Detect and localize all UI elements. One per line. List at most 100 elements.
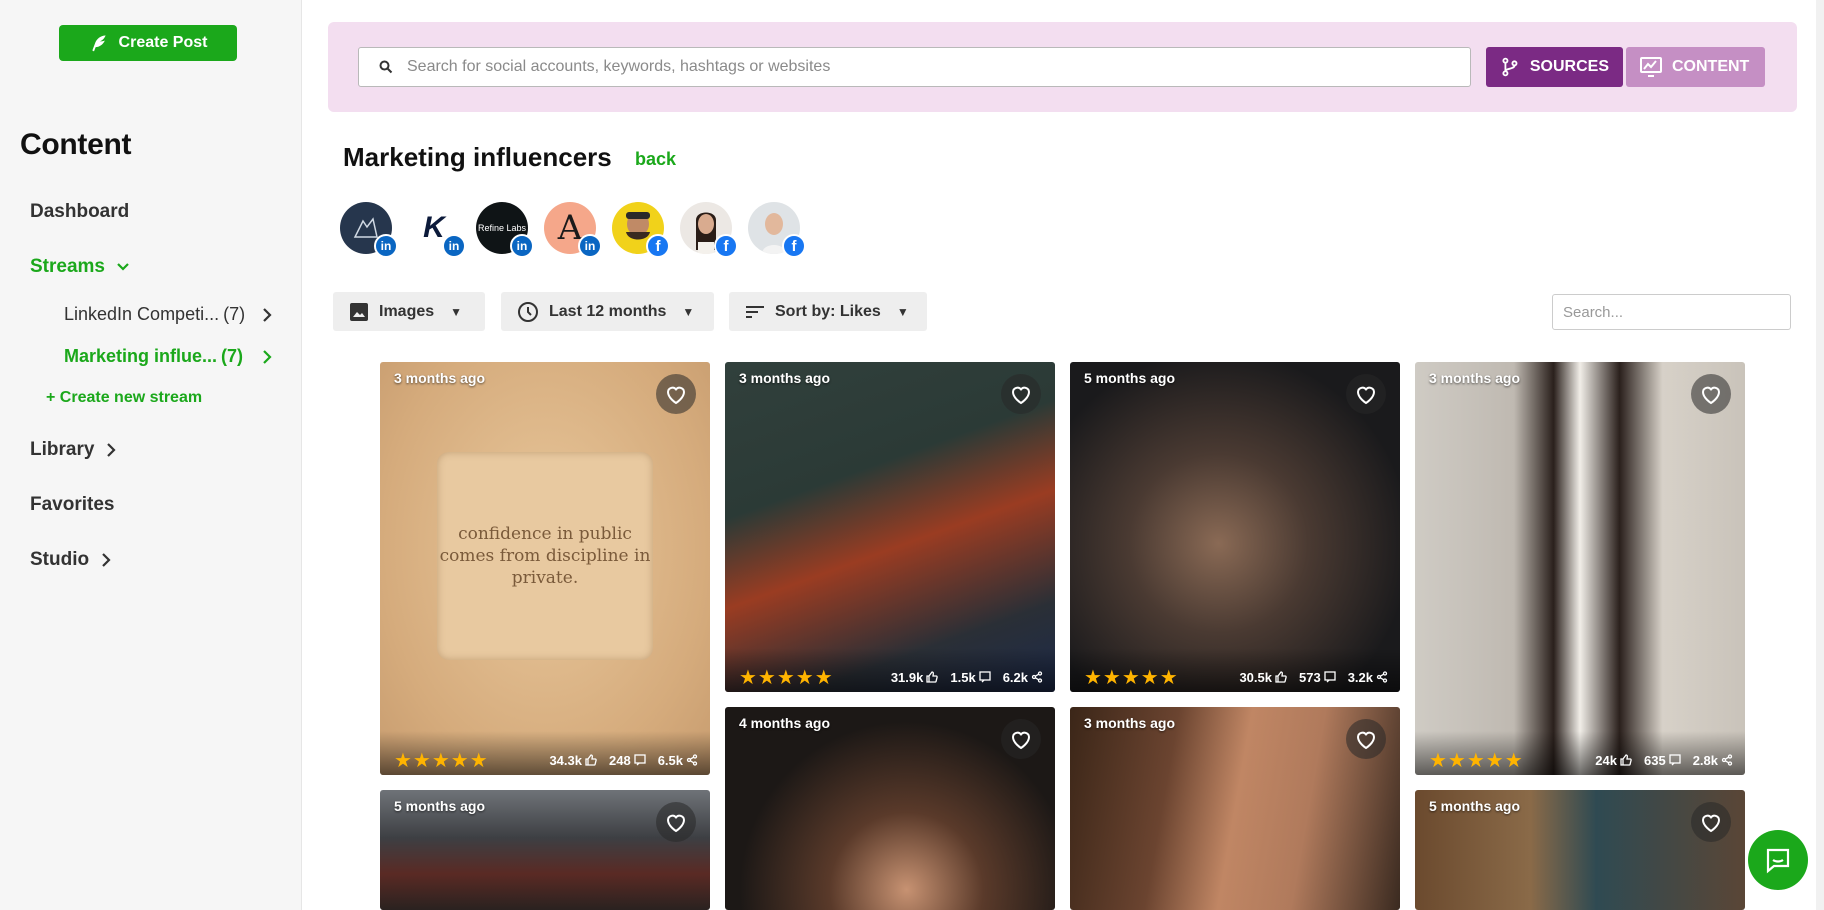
content-search-input[interactable]	[1552, 294, 1791, 330]
stream-count: (7)	[221, 346, 244, 366]
create-stream-link[interactable]: + Create new stream	[46, 389, 202, 407]
likes-stat: 24k	[1595, 753, 1632, 768]
favorite-heart-icon[interactable]	[1346, 719, 1386, 759]
post-age: 3 months ago	[394, 370, 486, 386]
thumbs-up-icon	[1620, 754, 1632, 766]
thumbs-up-icon	[1275, 671, 1287, 683]
rating-stars: ★★★★★	[1429, 749, 1524, 772]
linkedin-icon: in	[510, 234, 534, 258]
post-image	[1070, 362, 1400, 692]
content-button[interactable]: CONTENT	[1626, 47, 1765, 87]
sidebar: Create Post Content Dashboard Streams Li…	[0, 0, 302, 910]
post-stats: 24k 635 2.8k	[1595, 753, 1733, 768]
stream-label: Marketing influe...	[64, 346, 218, 366]
post-stats: 34.3k 248 6.5k	[549, 753, 698, 768]
card-footer: ★★★★★ 31.9k 1.5k 6.2k	[725, 648, 1055, 692]
share-icon	[1031, 671, 1043, 683]
time-range-dropdown[interactable]: Last 12 months ▼	[501, 292, 714, 331]
favorite-heart-icon[interactable]	[656, 374, 696, 414]
quote-image-text: confidence in public comes from discipli…	[437, 452, 653, 660]
content-card[interactable]: 3 months ago	[1070, 707, 1400, 910]
favorite-heart-icon[interactable]	[656, 802, 696, 842]
source-search-input[interactable]	[407, 58, 1407, 76]
stream-item-marketing[interactable]: Marketing influe... (7)	[64, 346, 272, 367]
time-range-label: Last 12 months	[549, 302, 667, 320]
linkedin-icon: in	[578, 234, 602, 258]
sort-dropdown[interactable]: Sort by: Likes ▼	[729, 292, 927, 331]
sidebar-item-streams[interactable]: Streams	[30, 256, 131, 278]
card-footer: ★★★★★ 30.5k 573 3.2k	[1070, 648, 1400, 692]
scrollbar[interactable]	[1816, 0, 1824, 910]
shares-stat: 6.5k	[658, 753, 698, 768]
chevron-down-icon	[117, 263, 129, 271]
sidebar-item-label: Streams	[30, 256, 105, 277]
stream-label: LinkedIn Competi...	[64, 304, 220, 324]
content-card[interactable]: 5 months ago	[380, 790, 710, 910]
chevron-right-icon	[263, 307, 272, 322]
create-post-button[interactable]: Create Post	[59, 25, 237, 61]
sidebar-item-favorites[interactable]: Favorites	[30, 494, 114, 516]
caret-down-icon: ▼	[450, 304, 463, 319]
card-footer: ★★★★★ 34.3k 248 6.5k	[380, 731, 710, 775]
stream-item-linkedin[interactable]: LinkedIn Competi... (7)	[64, 304, 272, 325]
caret-down-icon: ▼	[682, 304, 695, 319]
avatar[interactable]: f	[748, 202, 806, 258]
content-card[interactable]: 3 months ago ★★★★★ 31.9k 1.5k 6.2k	[725, 362, 1055, 692]
sidebar-item-label: Dashboard	[30, 201, 130, 222]
post-age: 5 months ago	[394, 798, 486, 814]
sidebar-item-studio[interactable]: Studio	[30, 549, 113, 571]
sort-icon	[746, 305, 764, 318]
comments-stat: 1.5k	[950, 670, 991, 685]
sidebar-item-dashboard[interactable]: Dashboard	[30, 201, 129, 223]
avatar[interactable]: f	[612, 202, 670, 258]
caret-down-icon: ▼	[896, 304, 909, 319]
shares-stat: 2.8k	[1693, 753, 1733, 768]
content-card[interactable]: 5 months ago ★★★★★ 30.5k 573 3.2k	[1070, 362, 1400, 692]
avatar[interactable]: f	[680, 202, 738, 258]
linkedin-icon: in	[442, 234, 466, 258]
sources-label: SOURCES	[1529, 58, 1609, 75]
sources-button[interactable]: SOURCES	[1486, 47, 1623, 87]
share-icon	[1721, 754, 1733, 766]
rating-stars: ★★★★★	[739, 666, 834, 689]
content-card[interactable]: 4 months ago	[725, 707, 1055, 910]
chat-icon	[1766, 848, 1790, 874]
feather-icon	[91, 35, 106, 52]
comments-stat: 635	[1644, 753, 1681, 768]
comment-icon	[1669, 754, 1681, 766]
search-icon	[379, 60, 393, 74]
favorite-heart-icon[interactable]	[1001, 374, 1041, 414]
rating-stars: ★★★★★	[394, 749, 489, 772]
source-search[interactable]	[358, 47, 1471, 87]
card-footer: ★★★★★ 24k 635 2.8k	[1415, 731, 1745, 775]
sort-label: Sort by: Likes	[775, 302, 881, 320]
sidebar-item-label: Studio	[30, 549, 90, 570]
facebook-icon: f	[646, 234, 670, 258]
back-link[interactable]: back	[635, 149, 676, 170]
avatar[interactable]: Refine Labs in	[476, 202, 534, 258]
post-stats: 30.5k 573 3.2k	[1239, 670, 1388, 685]
content-card[interactable]: 5 months ago	[1415, 790, 1745, 910]
favorite-heart-icon[interactable]	[1001, 719, 1041, 759]
post-image	[725, 362, 1055, 692]
shares-stat: 3.2k	[1348, 670, 1388, 685]
linkedin-icon: in	[374, 234, 398, 258]
shares-stat: 6.2k	[1003, 670, 1043, 685]
content-card[interactable]: 3 months ago ★★★★★ 24k 635 2.8k	[1415, 362, 1745, 775]
post-image	[1415, 362, 1745, 775]
content-type-dropdown[interactable]: Images ▼	[333, 292, 485, 331]
create-post-label: Create Post	[118, 34, 208, 51]
post-age: 3 months ago	[739, 370, 831, 386]
avatar[interactable]: in	[340, 202, 398, 258]
sidebar-item-library[interactable]: Library	[30, 439, 118, 461]
post-stats: 31.9k 1.5k 6.2k	[891, 670, 1043, 685]
chat-button[interactable]	[1748, 830, 1808, 890]
avatar[interactable]: A in	[544, 202, 602, 258]
favorite-heart-icon[interactable]	[1691, 802, 1731, 842]
content-card[interactable]: confidence in public comes from discipli…	[380, 362, 710, 775]
favorite-heart-icon[interactable]	[1346, 374, 1386, 414]
branch-icon	[1502, 57, 1518, 77]
share-icon	[1376, 671, 1388, 683]
favorite-heart-icon[interactable]	[1691, 374, 1731, 414]
avatar[interactable]: K in	[408, 202, 466, 258]
